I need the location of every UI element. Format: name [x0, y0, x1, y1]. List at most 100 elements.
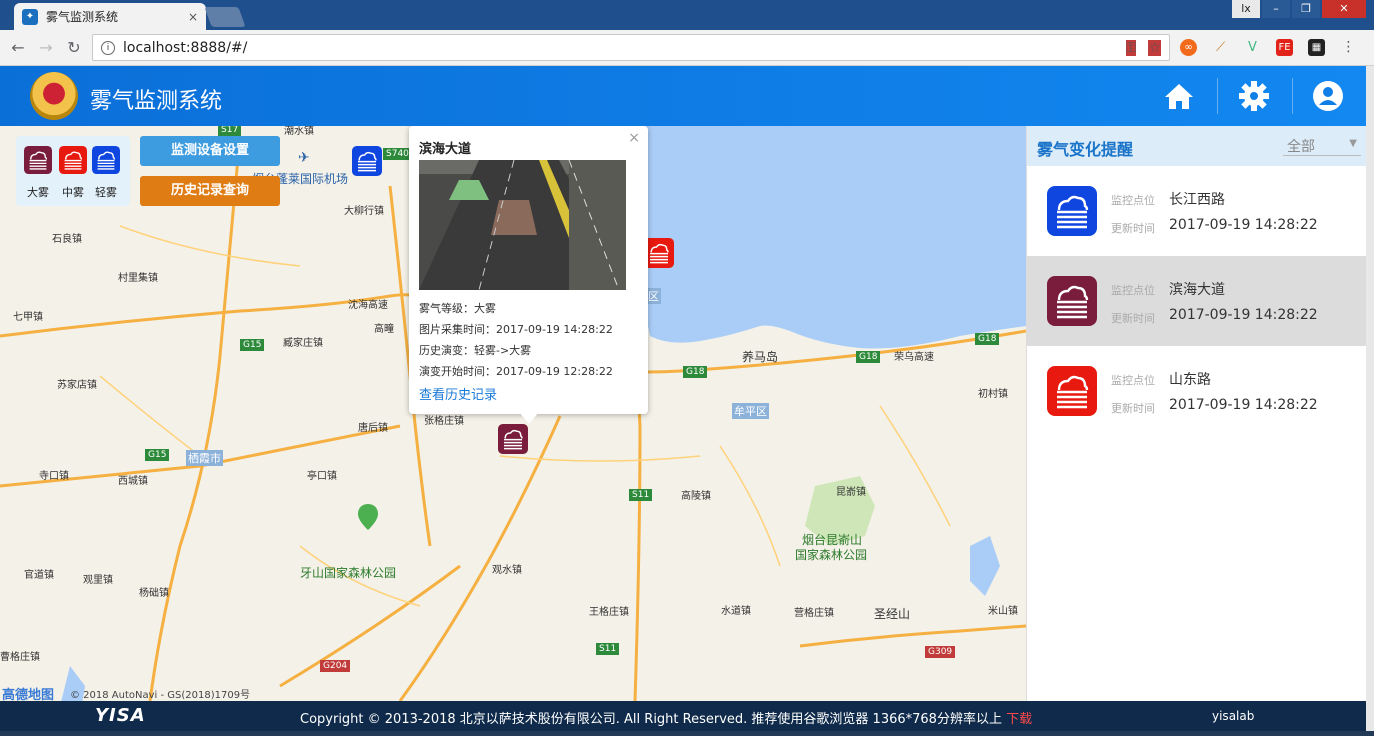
map-town-label: 臧家庄镇: [283, 338, 323, 349]
time-label: 更新时间: [1111, 402, 1155, 415]
new-tab-button[interactable]: [204, 7, 246, 27]
fog-icon: [92, 146, 120, 174]
popup-close-icon[interactable]: ×: [628, 130, 640, 146]
fog-icon: [24, 146, 52, 174]
download-link[interactable]: 下载: [1006, 712, 1032, 727]
fog-icon: [352, 146, 382, 176]
chevron-down-icon: ▼: [1349, 138, 1357, 149]
highway-shield: G18: [683, 366, 708, 378]
fog-icon: [1047, 186, 1097, 236]
map-town-label: 水道镇: [721, 606, 751, 617]
home-icon[interactable]: [1161, 78, 1197, 114]
user-account-icon[interactable]: [1310, 78, 1346, 114]
header-separator: [1217, 78, 1218, 114]
highway-shield: S11: [596, 643, 620, 655]
favicon-icon: ✦: [22, 8, 38, 25]
fog-icon: [59, 146, 87, 174]
back-arrow-icon[interactable]: ←: [8, 38, 28, 58]
highway-shield: G204: [320, 660, 351, 672]
restore-button[interactable]: ❐: [1292, 0, 1320, 18]
device-settings-button[interactable]: 监测设备设置: [140, 136, 280, 166]
level-filter-select[interactable]: 全部 ▼: [1283, 136, 1361, 156]
alert-list-item[interactable]: 监控点位 长江西路 更新时间 2017-09-19 14:28:22: [1027, 166, 1367, 256]
alert-location: 滨海大道: [1169, 282, 1225, 298]
alert-list-item[interactable]: 监控点位 滨海大道 更新时间 2017-09-19 14:28:22: [1027, 256, 1367, 346]
highway-shield: G15: [240, 339, 265, 351]
legend-label: 中雾: [62, 186, 84, 199]
map-park-label: 国家森林公园: [795, 548, 868, 562]
map-town-label: 潮水镇: [284, 126, 314, 137]
alert-time: 2017-09-19 14:28:22: [1169, 307, 1318, 323]
fog-alert-panel: 雾气变化提醒 全部 ▼ 监控点位 长江西路 更新时间 2017-09-19 14…: [1026, 126, 1367, 701]
marker-info-popup: 滨海大道 × 雾气等级：大雾 图片采集时间：2017-09-19 14:28:2…: [409, 126, 648, 424]
location-label: 监控点位: [1111, 194, 1155, 207]
map-town-label: 王格庄镇: [589, 607, 629, 618]
map-road-label: 沈海高速: [348, 300, 388, 311]
minimize-button[interactable]: –: [1262, 0, 1290, 18]
alert-time: 2017-09-19 14:28:22: [1169, 217, 1318, 233]
address-url[interactable]: localhost:8888/#/: [123, 40, 1114, 56]
map-town-label: 苏家店镇: [57, 380, 97, 391]
extension-infinity-icon[interactable]: ∞: [1180, 39, 1197, 56]
highway-shield: G18: [975, 333, 1000, 345]
vue-devtools-icon[interactable]: V: [1244, 39, 1261, 56]
page-scrollbar[interactable]: [1366, 66, 1374, 736]
fog-icon: [644, 238, 674, 268]
forward-arrow-icon[interactable]: →: [36, 38, 56, 58]
legend-label: 轻雾: [95, 186, 117, 199]
extension-shovel-icon[interactable]: ⟋: [1212, 39, 1229, 56]
map-town-label: 高疃: [374, 324, 394, 335]
footer-copyright: Copyright © 2013-2018 北京以萨技术股份有限公司. All …: [300, 708, 1032, 727]
address-bar[interactable]: i localhost:8888/#/ ⚿ ☆: [92, 34, 1170, 61]
site-info-icon[interactable]: i: [101, 40, 115, 55]
police-emblem-logo: [30, 72, 78, 120]
dense-fog-marker[interactable]: [498, 424, 528, 454]
highway-shield: S740: [383, 148, 412, 160]
history-query-button[interactable]: 历史记录查询: [140, 176, 280, 206]
extension-fe-icon[interactable]: FE: [1276, 39, 1293, 56]
popup-change-start-time: 演变开始时间：2017-09-19 12:28:22: [419, 365, 613, 378]
bookmark-star-icon[interactable]: ☆: [1148, 39, 1161, 56]
settings-gear-icon[interactable]: [1236, 78, 1272, 114]
map-view[interactable]: 潮水镇 大柳行镇 石良镇 村里集镇 七甲镇 高疃 臧家庄镇 苏家店镇 唐后镇 张…: [0, 126, 1026, 701]
highway-shield: S17: [218, 126, 242, 136]
profile-button[interactable]: lx: [1232, 0, 1260, 18]
moderate-fog-marker[interactable]: [644, 238, 674, 268]
map-town-label: 官道镇: [24, 570, 54, 581]
alert-time: 2017-09-19 14:28:22: [1169, 397, 1318, 413]
location-pin-icon[interactable]: [358, 504, 378, 530]
view-history-link[interactable]: 查看历史记录: [419, 384, 497, 403]
moderate-fog-icon: [1047, 366, 1097, 416]
app-title: 雾气监测系统: [90, 89, 223, 114]
copyright-text: Copyright © 2013-2018 北京以萨技术股份有限公司. All …: [300, 712, 1007, 727]
time-label: 更新时间: [1111, 222, 1155, 235]
browser-tab[interactable]: ✦ 雾气监测系统 ×: [14, 3, 206, 30]
map-town-label: 亭口镇: [307, 471, 337, 482]
tab-close-icon[interactable]: ×: [188, 10, 198, 24]
light-fog-icon: [92, 146, 120, 174]
light-fog-marker[interactable]: [352, 146, 382, 176]
popup-title: 滨海大道: [419, 142, 472, 157]
browser-toolbar: ← → ↻ i localhost:8888/#/ ⚿ ☆ ∞ ⟋ V FE ▦…: [0, 30, 1374, 66]
highway-shield: G15: [145, 449, 170, 461]
amap-logo: 高德地图: [2, 688, 55, 701]
dense-fog-icon: [24, 146, 52, 174]
map-road-label: 荣乌高速: [894, 352, 934, 363]
reload-icon[interactable]: ↻: [64, 38, 84, 58]
qr-code-icon[interactable]: ▦: [1308, 39, 1325, 56]
yisalab-logo: yisalab: [1212, 709, 1255, 723]
popup-fog-level: 雾气等级：大雾: [419, 302, 496, 315]
map-park-label: 牙山国家森林公园: [300, 566, 397, 580]
light-fog-icon: [1047, 186, 1097, 236]
alert-location: 山东路: [1169, 372, 1211, 388]
alert-list-item[interactable]: 监控点位 山东路 更新时间 2017-09-19 14:28:22: [1027, 346, 1367, 436]
browser-menu-icon[interactable]: ⋮: [1340, 39, 1357, 56]
map-town-label: 大柳行镇: [344, 206, 384, 217]
window-close-button[interactable]: ✕: [1322, 0, 1366, 18]
key-icon[interactable]: ⚿: [1125, 39, 1137, 56]
panel-title: 雾气变化提醒: [1037, 140, 1134, 159]
header-separator: [1292, 78, 1293, 114]
map-town-label: 观里镇: [83, 575, 113, 586]
fog-icon: [498, 424, 528, 454]
map-place-label: 养马岛: [742, 350, 779, 364]
